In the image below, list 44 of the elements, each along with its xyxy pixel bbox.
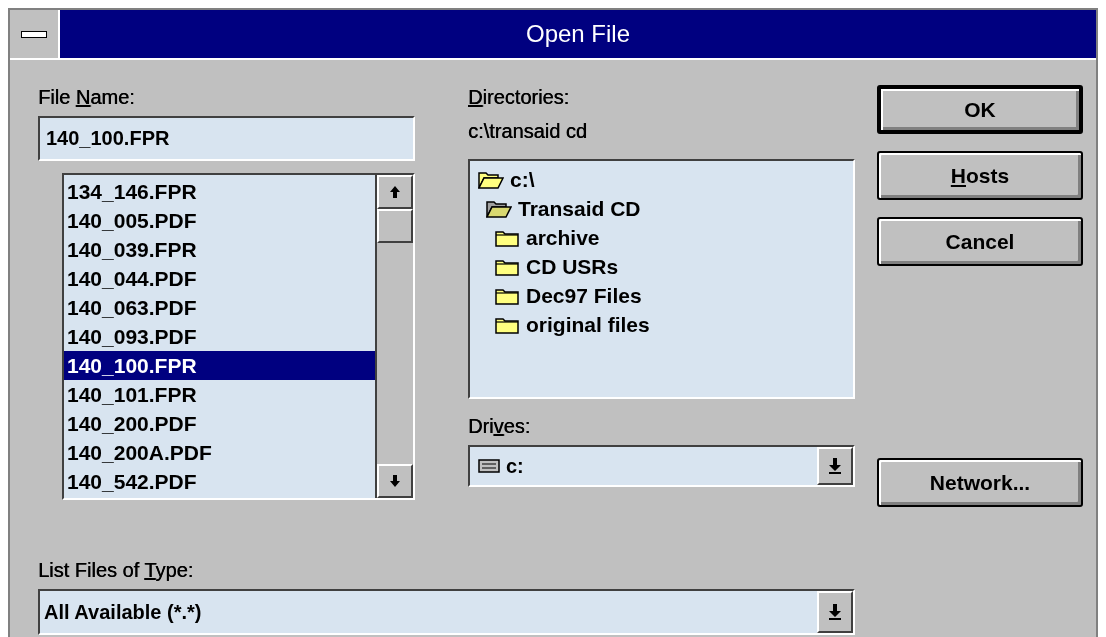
window-title: Open File — [524, 19, 632, 49]
scroll-up-button[interactable] — [377, 175, 413, 209]
dropdown-value: c: — [506, 454, 525, 478]
file-item[interactable]: 140_063.PDF — [64, 293, 375, 322]
file-item[interactable]: 140_200A.PDF — [64, 438, 375, 467]
directory-item[interactable]: c:\ — [470, 165, 853, 194]
directory-item[interactable]: CD USRs — [470, 252, 853, 281]
directory-item[interactable]: Transaid CD — [470, 194, 853, 223]
drive-icon — [478, 459, 500, 473]
down-arrow-icon — [389, 474, 401, 488]
file-type-dropdown[interactable]: All Available (*.*) — [38, 589, 855, 635]
file-item[interactable]: 140_005.PDF — [64, 206, 375, 235]
dialog-button[interactable]: Cancel — [877, 217, 1083, 266]
file-item[interactable]: 140_542.PDF — [64, 467, 375, 496]
scroll-thumb[interactable] — [377, 209, 413, 243]
directory-item[interactable]: Dec97 Files — [470, 281, 853, 310]
down-arrow-icon — [828, 603, 842, 621]
file-item[interactable]: 140_200.PDF — [64, 409, 375, 438]
directory-item[interactable]: original files — [470, 310, 853, 339]
field-label: Directories: — [468, 85, 570, 110]
file-item[interactable]: 140_093.PDF — [64, 322, 375, 351]
down-arrow-icon — [828, 457, 842, 475]
file-item[interactable]: 140_044.PDF — [64, 264, 375, 293]
dialog-button[interactable]: Network... — [877, 458, 1083, 507]
dropdown-value: All Available (*.*) — [44, 600, 203, 624]
current-path: c:\transaid cd — [468, 119, 587, 144]
field-label: Drives: — [468, 414, 531, 439]
field-label: File Name: — [38, 85, 135, 110]
dropdown-button[interactable] — [817, 447, 853, 485]
drives-dropdown[interactable]: c: — [468, 445, 855, 487]
dropdown-button[interactable] — [817, 591, 853, 633]
file-item[interactable]: 140_100.FPR — [64, 351, 375, 380]
up-arrow-icon — [389, 185, 401, 199]
file-item[interactable]: 140_101.FPR — [64, 380, 375, 409]
scroll-down-button[interactable] — [377, 464, 413, 498]
file-item[interactable]: 134_146.FPR — [64, 177, 375, 206]
field-label: List Files of Type: — [38, 558, 194, 583]
dialog-button[interactable]: Hosts — [877, 151, 1083, 200]
directory-item[interactable]: archive — [470, 223, 853, 252]
scrollbar[interactable] — [375, 175, 413, 498]
system-menu-button[interactable] — [10, 10, 60, 58]
file-name-field[interactable]: 140_100.FPR — [38, 116, 415, 161]
file-item[interactable]: 140_039.FPR — [64, 235, 375, 264]
dialog-button[interactable]: OK — [877, 85, 1083, 134]
